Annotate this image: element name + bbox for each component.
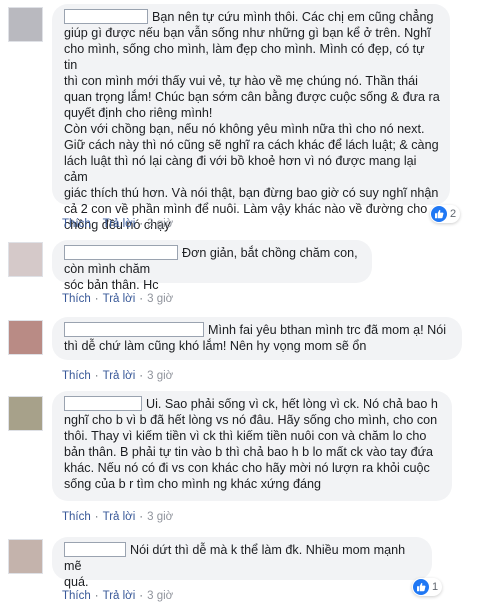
timestamp[interactable]: 3 giờ [147,590,173,602]
separator-dot: · [139,218,144,230]
avatar[interactable] [8,396,43,431]
comment-bubble: Bạn nên tự cứu mình thôi. Các chị em cũn… [52,4,450,232]
comment-actions: Thích · Trả lời · 3 giờ [62,370,173,382]
comment-bubble: Nói dứt thì dễ mà k thể làm đk. Nhiều mo… [52,537,432,589]
separator-dot: · [139,293,144,305]
timestamp[interactable]: 3 giờ [147,511,173,523]
timestamp[interactable]: 3 giờ [147,218,173,230]
reply-link[interactable]: Trả lời [103,293,136,305]
author-name-redacted[interactable] [64,396,142,412]
reply-link[interactable]: Trả lời [103,218,136,230]
comment-actions: Thích · Trả lời · 3 giờ [62,293,173,305]
comment-text: Bạn nên tự cứu mình thôi. Các chị em cũn… [64,10,440,233]
comment-bubble: Đơn giản, bắt chồng chăm con, còn mình c… [52,240,372,292]
timestamp[interactable]: 3 giờ [147,370,173,382]
separator-dot: · [139,511,144,523]
like-link[interactable]: Thích [62,370,91,382]
comment-actions: Thích · Trả lời · 3 giờ [62,590,173,602]
reaction-count-label: 2 [450,208,457,220]
avatar[interactable] [8,7,43,42]
like-link[interactable]: Thích [62,511,91,523]
separator-dot: · [139,370,144,382]
reply-link[interactable]: Trả lời [103,370,136,382]
author-name-redacted[interactable] [64,542,126,558]
reply-link[interactable]: Trả lời [103,511,136,523]
avatar[interactable] [8,242,43,277]
separator-dot: · [94,218,99,230]
reply-link[interactable]: Trả lời [103,590,136,602]
comment-actions: Thích · Trả lời · 3 giờ [62,511,173,523]
comment-bubble: Mình fai yêu bthan mình trc đã mom ạ! Nó… [52,317,462,360]
separator-dot: · [94,590,99,602]
separator-dot: · [94,293,99,305]
avatar[interactable] [8,539,43,574]
like-link[interactable]: Thích [62,218,91,230]
reaction-count[interactable]: 1 [412,578,443,596]
thumbs-up-icon [431,206,447,222]
author-name-redacted[interactable] [64,9,148,25]
comment-actions: Thích · Trả lời · 3 giờ [62,218,173,230]
avatar[interactable] [8,320,43,355]
timestamp[interactable]: 3 giờ [147,293,173,305]
like-link[interactable]: Thích [62,590,91,602]
separator-dot: · [94,370,99,382]
like-link[interactable]: Thích [62,293,91,305]
thumbs-up-icon [413,579,429,595]
comment-bubble: Ui. Sao phải sống vì ck, hết lòng vì ck.… [52,391,452,501]
separator-dot: · [139,590,144,602]
reaction-count-label: 1 [432,581,439,593]
author-name-redacted[interactable] [64,322,204,338]
author-name-redacted[interactable] [64,245,178,261]
separator-dot: · [94,511,99,523]
reaction-count[interactable]: 2 [430,205,461,223]
